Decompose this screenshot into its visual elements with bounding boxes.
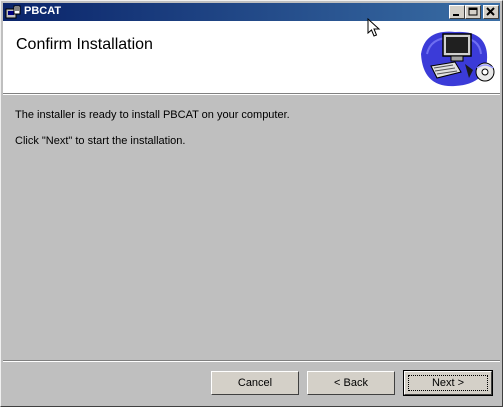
next-button[interactable]: Next > bbox=[403, 370, 493, 396]
close-icon bbox=[486, 7, 495, 16]
close-button[interactable] bbox=[483, 5, 499, 19]
header-divider bbox=[3, 94, 500, 95]
back-button[interactable]: < Back bbox=[307, 371, 395, 395]
header-panel: Confirm Installation bbox=[3, 21, 500, 94]
instruction-message: Click "Next" to start the installation. bbox=[15, 135, 186, 147]
mouse-cursor-icon bbox=[367, 18, 381, 37]
cancel-button[interactable]: Cancel bbox=[211, 371, 299, 395]
minimize-button[interactable] bbox=[449, 5, 465, 19]
maximize-button[interactable] bbox=[465, 5, 481, 19]
installer-window: PBCAT Confirm Installation The installer… bbox=[0, 0, 503, 407]
title-bar[interactable]: PBCAT bbox=[3, 3, 500, 21]
footer-divider-highlight bbox=[3, 361, 500, 362]
installer-app-icon bbox=[5, 5, 21, 19]
maximize-icon bbox=[468, 7, 478, 16]
minimize-icon bbox=[453, 14, 459, 16]
computer-install-icon bbox=[421, 31, 495, 87]
window-title: PBCAT bbox=[24, 5, 62, 17]
focus-rectangle bbox=[408, 375, 488, 391]
status-message: The installer is ready to install PBCAT … bbox=[15, 109, 290, 121]
page-title: Confirm Installation bbox=[16, 36, 153, 53]
